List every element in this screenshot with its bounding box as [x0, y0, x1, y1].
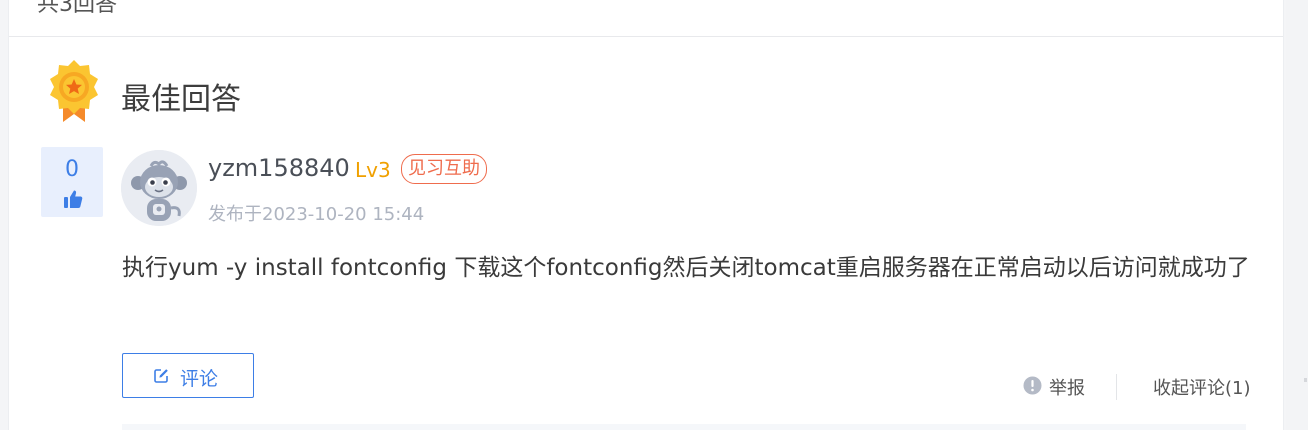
author-badge: 见习互助 [401, 154, 487, 184]
answer-content: 执行yum -y install fontconfig 下载这个fontconf… [122, 255, 1250, 281]
best-answer-title: 最佳回答 [121, 82, 241, 117]
avatar[interactable] [121, 150, 197, 226]
author-username[interactable]: yzm158840 [208, 154, 350, 182]
answers-count: 共3回答 [37, 0, 117, 17]
scrollbar-mark [1304, 378, 1307, 382]
collapse-comments-link[interactable]: 收起评论(1) [1153, 374, 1251, 400]
vote-count: 0 [65, 157, 79, 182]
exclamation-circle-icon [1023, 376, 1042, 395]
avatar-mascot-icon [121, 150, 197, 226]
answers-card: 共3回答 最佳回答 0 yzm158840 Lv3 见习互助 发布于2023-1… [8, 0, 1284, 430]
medal-icon [50, 60, 98, 122]
comment-button-label: 评论 [180, 368, 219, 390]
action-divider [1116, 374, 1117, 400]
comment-button[interactable]: 评论 [122, 353, 254, 398]
edit-icon [154, 369, 168, 383]
page-scrollbar-area [1286, 0, 1308, 430]
thumbs-up-icon [64, 190, 83, 208]
upvote-button[interactable]: 0 [41, 147, 103, 217]
author-level: Lv3 [355, 158, 391, 182]
post-time: 发布于2023-10-20 15:44 [208, 204, 425, 225]
answers-header: 共3回答 [9, 0, 1283, 37]
comments-area [122, 424, 1246, 430]
report-label: 举报 [1049, 378, 1085, 399]
